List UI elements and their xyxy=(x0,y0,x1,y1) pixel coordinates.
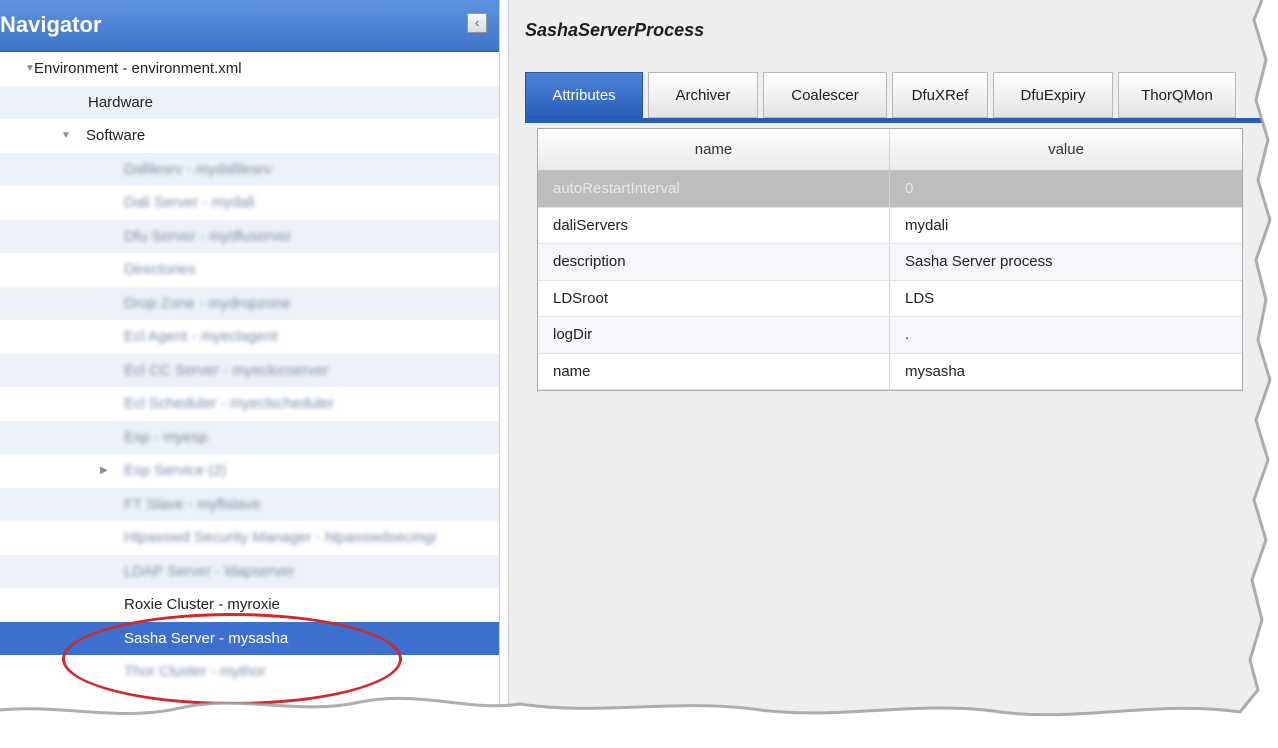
tree-item[interactable]: Directories xyxy=(0,253,499,287)
component-title: SashaServerProcess xyxy=(525,20,705,40)
attribute-row[interactable]: description Sasha Server process xyxy=(538,244,1242,281)
attribute-name-cell: LDSroot xyxy=(538,280,890,316)
column-header-name[interactable]: name xyxy=(538,129,890,170)
attribute-name-cell: autoRestartInterval xyxy=(538,171,890,207)
tree-item[interactable]: ▼ Environment - environment.xml xyxy=(0,52,499,86)
attribute-name-cell: name xyxy=(538,353,890,389)
attribute-row[interactable]: LDSroot LDS xyxy=(538,280,1242,317)
tree-item[interactable]: Drop Zone - mydropzone xyxy=(0,286,499,320)
tab-thorqmon[interactable]: ThorQMon xyxy=(1118,72,1236,118)
column-header-value[interactable]: value xyxy=(890,129,1242,170)
navigator-panel: Navigator ‹ ▼ Environment - environment.x… xyxy=(0,0,500,748)
environment-tree: ▼ Environment - environment.xml Hardware ▼ S… xyxy=(0,52,499,689)
tree-item-label: Sasha Server - mysasha xyxy=(124,629,289,647)
attributes-grid: name value autoRestartInterval 0 daliServe… xyxy=(537,128,1243,391)
tree-item[interactable]: ▶ Esp Service (2) xyxy=(0,454,499,488)
tree-item-label: Roxie Cluster - myroxie xyxy=(124,596,280,613)
attribute-value-cell[interactable]: LDS xyxy=(890,281,1242,317)
tree-item-label: Esp Service (2) xyxy=(124,462,227,479)
tree-item[interactable]: Thor Cluster - mythor xyxy=(0,655,499,689)
attribute-value-cell[interactable]: . xyxy=(890,317,1242,353)
tree-item-label: Dafilesrv - mydafilesrv xyxy=(124,160,272,178)
attribute-row[interactable]: daliServers mydali xyxy=(538,207,1242,244)
tree-item[interactable]: Roxie Cluster - myroxie xyxy=(0,588,499,622)
tree-item-label: Esp - myesp xyxy=(124,428,208,446)
navigator-title: Navigator xyxy=(0,12,102,37)
expand-arrow-icon[interactable]: ▶ xyxy=(98,454,110,488)
attribute-value-cell[interactable]: Sasha Server process xyxy=(890,244,1242,280)
collapse-panel-button[interactable]: ‹ xyxy=(467,13,487,33)
tree-item-label: Ecl Scheduler - myeclscheduler xyxy=(124,395,335,412)
tab-coalescer[interactable]: Coalescer xyxy=(763,72,887,118)
attribute-name-cell: daliServers xyxy=(538,207,890,243)
tree-item-label: Htpasswd Security Manager - htpasswdsecm… xyxy=(124,529,438,546)
tree-item[interactable]: Ecl Agent - myeclagent xyxy=(0,320,499,354)
tree-item-label: Ecl CC Server - myeclccserver xyxy=(124,361,329,379)
tree-item[interactable]: Dfu Server - mydfuserver xyxy=(0,219,499,253)
tab-dfuexpiry[interactable]: DfuExpiry xyxy=(993,72,1113,118)
tree-item[interactable]: Ecl CC Server - myeclccserver xyxy=(0,353,499,387)
navigator-header: Navigator ‹ xyxy=(0,0,499,52)
attribute-value-cell[interactable]: mysasha xyxy=(890,354,1242,390)
attribute-row[interactable]: autoRestartInterval 0 xyxy=(538,171,1242,208)
tree-item-selected[interactable]: Sasha Server - mysasha xyxy=(0,621,499,655)
tree-item-label: Drop Zone - mydropzone xyxy=(124,294,291,312)
collapse-arrow-icon[interactable]: ▼ xyxy=(60,119,72,153)
tree-item-label: Dali Server - mydali xyxy=(124,194,255,211)
tree-item-label: Ecl Agent - myeclagent xyxy=(124,328,278,345)
tree-item[interactable]: Esp - myesp xyxy=(0,420,499,454)
tree-item[interactable]: Hardware xyxy=(0,85,499,119)
attribute-value-cell[interactable]: 0 xyxy=(890,171,1242,207)
attribute-row[interactable]: logDir. xyxy=(538,317,1242,354)
tab-archiver[interactable]: Archiver xyxy=(648,72,758,118)
tree-item-label: LDAP Server - ldapserver xyxy=(124,562,295,580)
tree-item[interactable]: Ecl Scheduler - myeclscheduler xyxy=(0,387,499,421)
tree-item-label: Thor Cluster - mythor xyxy=(124,663,266,680)
tree-item[interactable]: FT Slave - myftslave xyxy=(0,487,499,521)
tree-item[interactable]: LDAP Server - ldapserver xyxy=(0,554,499,588)
tree-item-label: Dfu Server - mydfuserver xyxy=(124,227,292,245)
tree-item-label: Directories xyxy=(124,261,196,278)
tab-bar-underline xyxy=(525,118,1278,123)
attribute-name-cell: description xyxy=(538,244,890,280)
tree-item[interactable]: Dafilesrv - mydafilesrv xyxy=(0,152,499,186)
details-panel: SashaServerProcess Attributes Archiver Coa… xyxy=(508,0,1278,748)
tab-dfuxref[interactable]: DfuXRef xyxy=(892,72,988,118)
attribute-row[interactable]: name mysasha xyxy=(538,353,1242,390)
tree-item-label: Environment - environment.xml xyxy=(34,60,242,77)
attribute-value-cell[interactable]: mydali xyxy=(890,208,1242,244)
tree-item[interactable]: ▼ Software xyxy=(0,119,499,153)
grid-header: name value xyxy=(538,129,1242,171)
attribute-name-cell: logDir xyxy=(538,317,890,353)
tree-item-label: FT Slave - myftslave xyxy=(124,495,261,513)
tree-item-label: Software xyxy=(86,127,146,144)
grid-body: autoRestartInterval 0 daliServers mydali des… xyxy=(538,171,1242,390)
tab-attributes[interactable]: Attributes xyxy=(525,72,643,118)
tree-item[interactable]: Dali Server - mydali xyxy=(0,186,499,220)
tree-item-label: Hardware xyxy=(88,93,154,111)
tree-item[interactable]: Htpasswd Security Manager - htpasswdsecm… xyxy=(0,521,499,555)
